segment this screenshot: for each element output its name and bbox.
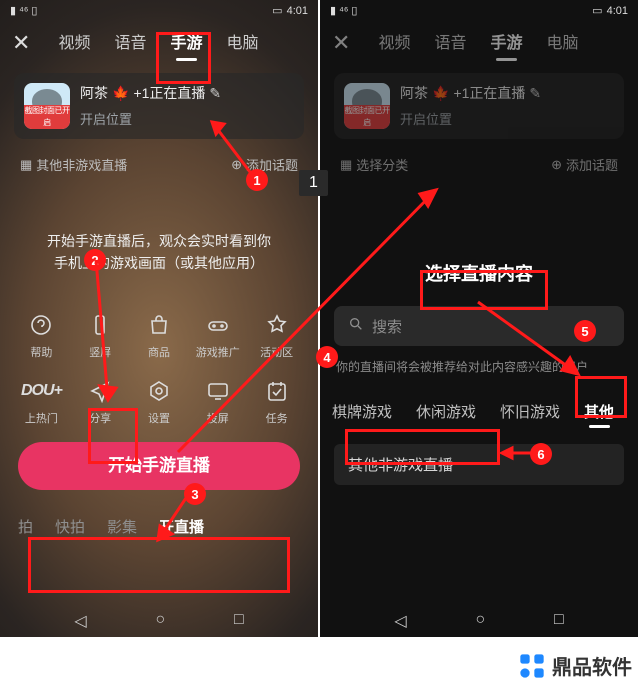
close-icon[interactable]: ✕ <box>12 30 30 56</box>
leaf-icon: 🍁 <box>112 85 129 102</box>
tab-voice-b[interactable]: 语音 <box>432 27 468 59</box>
close-icon-b[interactable]: ✕ <box>332 30 350 56</box>
badge-6: 6 <box>530 443 552 465</box>
top-tabs: ✕ 视频 语音 手游 电脑 <box>0 19 318 67</box>
badge-5: 5 <box>574 320 596 342</box>
tab-video-b[interactable]: 视频 <box>376 27 412 59</box>
cast-button[interactable]: 投屏 <box>192 378 244 426</box>
badge-1: 1 <box>246 169 268 191</box>
promo-button[interactable]: 游戏推广 <box>192 312 244 360</box>
top-tabs-b: ✕ 视频 语音 手游 电脑 <box>320 19 638 67</box>
description-text: 开始手游直播后，观众会实时看到你 手机上的游戏画面（或其他应用） <box>0 230 318 274</box>
bnav-album[interactable]: 影集 <box>107 516 137 537</box>
tab-pc-b[interactable]: 电脑 <box>544 27 580 59</box>
share-button[interactable]: 分享 <box>74 378 126 426</box>
tab-pc[interactable]: 电脑 <box>224 27 260 59</box>
activity-button[interactable]: 活动区 <box>251 312 303 360</box>
cat-board[interactable]: 棋牌游戏 <box>332 401 392 422</box>
badge-4: 4 <box>316 346 338 368</box>
help-button[interactable]: 帮助 <box>15 312 67 360</box>
status-left: ▮ ⁴⁶ ▯ <box>10 4 37 17</box>
select-content-title: 选择直播内容 <box>320 260 638 286</box>
home-icon-b[interactable]: ○ <box>475 611 485 631</box>
live-suffix: +1正在直播 <box>133 83 205 103</box>
category-tabs: 棋牌游戏 休闲游戏 怀旧游戏 其他 <box>320 401 638 422</box>
status-bar: ▮ ⁴⁶ ▯ ▭ 4:01 <box>0 0 318 19</box>
status-time: 4:01 <box>287 5 308 17</box>
bottom-nav: 拍 快拍 影集 开直播 <box>0 506 318 547</box>
start-live-button[interactable]: 开始手游直播 <box>18 442 300 490</box>
action-row-1: 帮助 竖屏 商品 游戏推广 活动区 <box>12 312 306 360</box>
cat-other[interactable]: 其他 <box>584 401 614 422</box>
phone-left: ▮ ⁴⁶ ▯ ▭4:01 ✕ 视频 语音 手游 电脑 截图封面已开启 阿茶 � <box>0 0 318 637</box>
status-time-b: 4:01 <box>607 5 628 17</box>
back-icon[interactable]: ◁ <box>74 611 86 631</box>
tab-video[interactable]: 视频 <box>56 27 92 59</box>
status-bar-b: ▮ ⁴⁶ ▯ ▭ 4:01 <box>320 0 638 19</box>
cat-casual[interactable]: 休闲游戏 <box>416 401 476 422</box>
bnav-live[interactable]: 开直播 <box>159 516 204 537</box>
chip-select-category[interactable]: ▦ 选择分类 <box>340 155 408 174</box>
system-nav: ◁ ○ □ <box>0 603 318 637</box>
other-nongame-live[interactable]: 其他非游戏直播 <box>334 444 624 485</box>
battery-icon: ▭ <box>272 4 282 17</box>
goods-button[interactable]: 商品 <box>133 312 185 360</box>
user-card-b: 截图封面已开启 阿茶 🍁 +1正在直播 ✎ 开启位置 <box>334 73 624 139</box>
search-placeholder: 搜索 <box>372 316 402 337</box>
user-card[interactable]: 截图封面已开启 阿茶 🍁 +1正在直播 ✎ 开启位置 <box>14 73 304 139</box>
tab-game-b[interactable]: 手游 <box>488 27 524 59</box>
tasks-button[interactable]: 任务 <box>251 378 303 426</box>
back-icon-b[interactable]: ◁ <box>394 611 406 631</box>
phone-right: ▮ ⁴⁶ ▯ ▭4:01 ✕ 视频 语音 手游 电脑 截图封面已开启 阿茶 � <box>320 0 638 637</box>
chips-row-b: ▦ 选择分类 ⊕ 添加话题 <box>340 155 618 174</box>
home-icon[interactable]: ○ <box>155 611 165 631</box>
status-left: ▮ ⁴⁶ ▯ <box>330 4 357 17</box>
recent-icon-b[interactable]: □ <box>554 611 564 631</box>
recent-icon[interactable]: □ <box>234 611 244 631</box>
edit-icon[interactable]: ✎ <box>209 85 221 102</box>
avatar-caption-b: 截图封面已开启 <box>344 105 390 129</box>
tab-voice[interactable]: 语音 <box>112 27 148 59</box>
settings-button[interactable]: 设置 <box>133 378 185 426</box>
tab-game[interactable]: 手游 <box>168 27 204 59</box>
watermark-icon <box>518 652 546 680</box>
user-name: 阿茶 <box>80 83 108 103</box>
avatar-b: 截图封面已开启 <box>344 83 390 129</box>
dou-button[interactable]: DOU+上热门 <box>15 378 67 426</box>
avatar[interactable]: 截图封面已开启 <box>24 83 70 129</box>
badge-3: 3 <box>184 483 206 505</box>
action-row-2: DOU+上热门 分享 设置 投屏 任务 <box>12 378 306 426</box>
cat-retro[interactable]: 怀旧游戏 <box>500 401 560 422</box>
watermark-text: 鼎品软件 <box>552 651 632 680</box>
bnav-shoot[interactable]: 拍 <box>18 516 33 537</box>
battery-icon: ▭ <box>592 4 602 17</box>
chip-other-nongame[interactable]: ▦ 其他非游戏直播 <box>20 155 127 174</box>
bnav-quick[interactable]: 快拍 <box>55 516 85 537</box>
step-number-overlay: 1 <box>299 170 328 196</box>
search-hint: 你的直播间将会被推荐给对此内容感兴趣的用户 <box>336 358 622 375</box>
orientation-button[interactable]: 竖屏 <box>74 312 126 360</box>
location-toggle[interactable]: 开启位置 <box>80 109 221 128</box>
avatar-caption: 截图封面已开启 <box>24 105 70 129</box>
system-nav-b: ◁ ○ □ <box>320 603 638 637</box>
badge-2: 2 <box>84 249 106 271</box>
search-icon <box>348 316 364 336</box>
watermark: 鼎品软件 <box>518 651 632 680</box>
chip-add-topic-b[interactable]: ⊕ 添加话题 <box>551 155 618 174</box>
